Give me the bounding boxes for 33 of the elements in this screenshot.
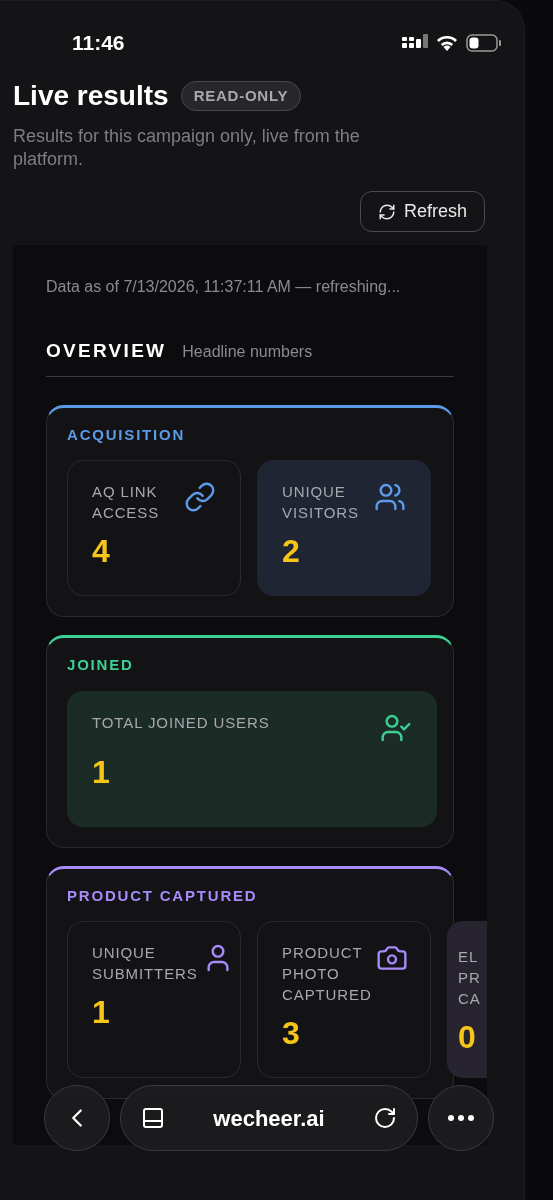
metric-value: 2 (282, 535, 301, 567)
link-icon (184, 481, 216, 513)
metric-label: UNIQUE SUBMITTERS (92, 943, 198, 984)
metric-label: PRODUCT PHOTO CAPTURED (282, 943, 372, 1005)
metric-label: UNIQUE VISITORS (282, 482, 360, 523)
battery-icon (466, 34, 502, 52)
section-title: OVERVIEW (46, 339, 167, 363)
page-title: Live results (13, 79, 169, 113)
metric-value: 4 (92, 535, 111, 567)
page-subtitle: Results for this campaign only, live from the platform. (13, 125, 361, 171)
reload-icon (373, 1106, 397, 1130)
group-title: ACQUISITION (67, 424, 187, 445)
wifi-icon (436, 35, 458, 51)
group-title: PRODUCT CAPTURED (67, 885, 259, 906)
url-text: wecheer.ai (213, 1104, 325, 1133)
metric-label: TOTAL JOINED USERS (92, 712, 270, 733)
metric-label: AQ LINK ACCESS (92, 482, 161, 523)
tabs-icon (141, 1106, 165, 1130)
metric-value: 0 (458, 1021, 477, 1053)
metric-value: 1 (92, 755, 111, 788)
more-icon (448, 1115, 474, 1121)
metric-value: 1 (92, 996, 111, 1028)
users-icon (374, 481, 406, 513)
group-title: JOINED (67, 655, 135, 675)
status-time: 11:46 (72, 30, 125, 57)
address-bar[interactable]: wecheer.ai (120, 1085, 418, 1151)
metric-value: 3 (282, 1017, 301, 1049)
metric-label: EL PR CA (458, 947, 482, 1009)
section-subtitle: Headline numbers (182, 342, 313, 362)
refresh-button[interactable]: Refresh (359, 191, 485, 232)
read-only-badge: READ-ONLY (180, 80, 302, 112)
refresh-icon (377, 202, 396, 221)
data-timestamp: Data as of 7/13/2026, 11:37:11 AM — refreshing... (46, 277, 402, 297)
